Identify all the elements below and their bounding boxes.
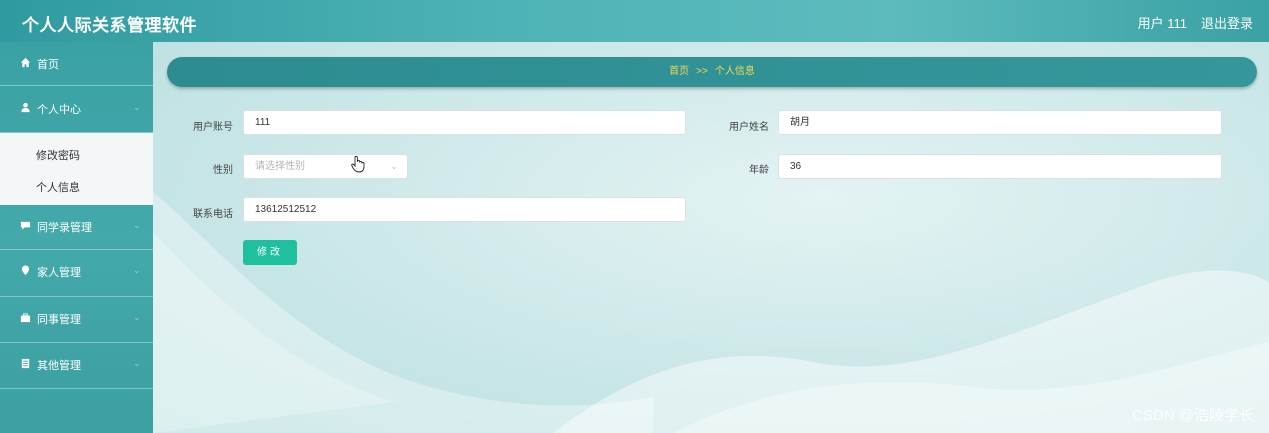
- user-icon: [21, 102, 30, 113]
- account-label: 用户账号: [193, 122, 233, 133]
- sidebar: 首页 个人中心 ⌄ 修改密码 个人信息 同学录管理 ⌄ 家人管理 ⌄ 同事管理 …: [0, 42, 153, 433]
- sidebar-item-label: 个人中心: [37, 104, 81, 116]
- chevron-down-icon: ⌄: [133, 220, 141, 230]
- document-icon: [21, 358, 30, 369]
- sidebar-item-label: 同事管理: [37, 314, 81, 326]
- logout-link[interactable]: 退出登录: [1201, 13, 1253, 32]
- watermark: CSDN @浩陵学长: [1132, 407, 1254, 424]
- breadcrumb-home-link[interactable]: 首页: [669, 66, 689, 77]
- comment-icon: [20, 221, 31, 230]
- phone-input[interactable]: 13612512512: [243, 197, 686, 222]
- age-label: 年龄: [749, 165, 769, 176]
- sidebar-item-others[interactable]: 其他管理 ⌄: [0, 343, 153, 389]
- main-content: 首页 >> 个人信息 用户账号 111 用户姓名 胡月 性别 请选择性别 ⌄ 年龄 …: [153, 42, 1269, 433]
- account-input[interactable]: 111: [243, 110, 686, 135]
- breadcrumb-current: 个人信息: [714, 66, 755, 77]
- sidebar-item-home[interactable]: 首页: [0, 42, 153, 86]
- update-button[interactable]: 修改: [243, 240, 297, 265]
- sidebar-item-label: 首页: [37, 59, 59, 71]
- sidebar-item-label: 其他管理: [37, 360, 81, 372]
- sidebar-item-family[interactable]: 家人管理 ⌄: [0, 250, 153, 297]
- chevron-down-icon: ⌄: [390, 161, 398, 171]
- location-icon: [21, 265, 30, 276]
- home-icon: [20, 57, 31, 68]
- phone-label: 联系电话: [193, 209, 233, 220]
- top-bar: 个人人际关系管理软件 用户 111 退出登录: [0, 0, 1269, 42]
- chevron-down-icon: ⌄: [133, 265, 141, 275]
- sidebar-item-classmates[interactable]: 同学录管理 ⌄: [0, 205, 153, 250]
- submenu-item-personal-info[interactable]: 个人信息: [36, 179, 80, 195]
- sidebar-item-colleagues[interactable]: 同事管理 ⌄: [0, 297, 153, 343]
- name-input[interactable]: 胡月: [778, 110, 1222, 135]
- chevron-down-icon: ⌄: [133, 358, 141, 368]
- chevron-down-icon: ⌄: [133, 312, 141, 322]
- age-input[interactable]: 36: [778, 154, 1222, 179]
- hand-cursor-icon: [351, 155, 365, 173]
- gender-select[interactable]: 请选择性别 ⌄: [243, 154, 408, 179]
- sidebar-item-personal-center[interactable]: 个人中心 ⌄: [0, 87, 153, 133]
- app-title: 个人人际关系管理软件: [22, 16, 197, 35]
- gender-label: 性别: [213, 165, 233, 176]
- background-wave: [153, 192, 1269, 433]
- submenu-item-change-password[interactable]: 修改密码: [36, 147, 80, 163]
- sidebar-item-label: 家人管理: [37, 267, 81, 279]
- current-user-label: 用户 111: [1137, 16, 1187, 31]
- chevron-down-icon: ⌄: [133, 102, 141, 112]
- name-label: 用户姓名: [729, 122, 769, 133]
- sidebar-item-label: 同学录管理: [37, 222, 92, 234]
- breadcrumb: 首页 >> 个人信息: [167, 57, 1257, 87]
- briefcase-icon: [20, 313, 31, 323]
- personal-center-submenu: 修改密码 个人信息: [0, 133, 153, 205]
- breadcrumb-separator: >>: [696, 66, 708, 77]
- gender-select-placeholder: 请选择性别: [255, 161, 305, 172]
